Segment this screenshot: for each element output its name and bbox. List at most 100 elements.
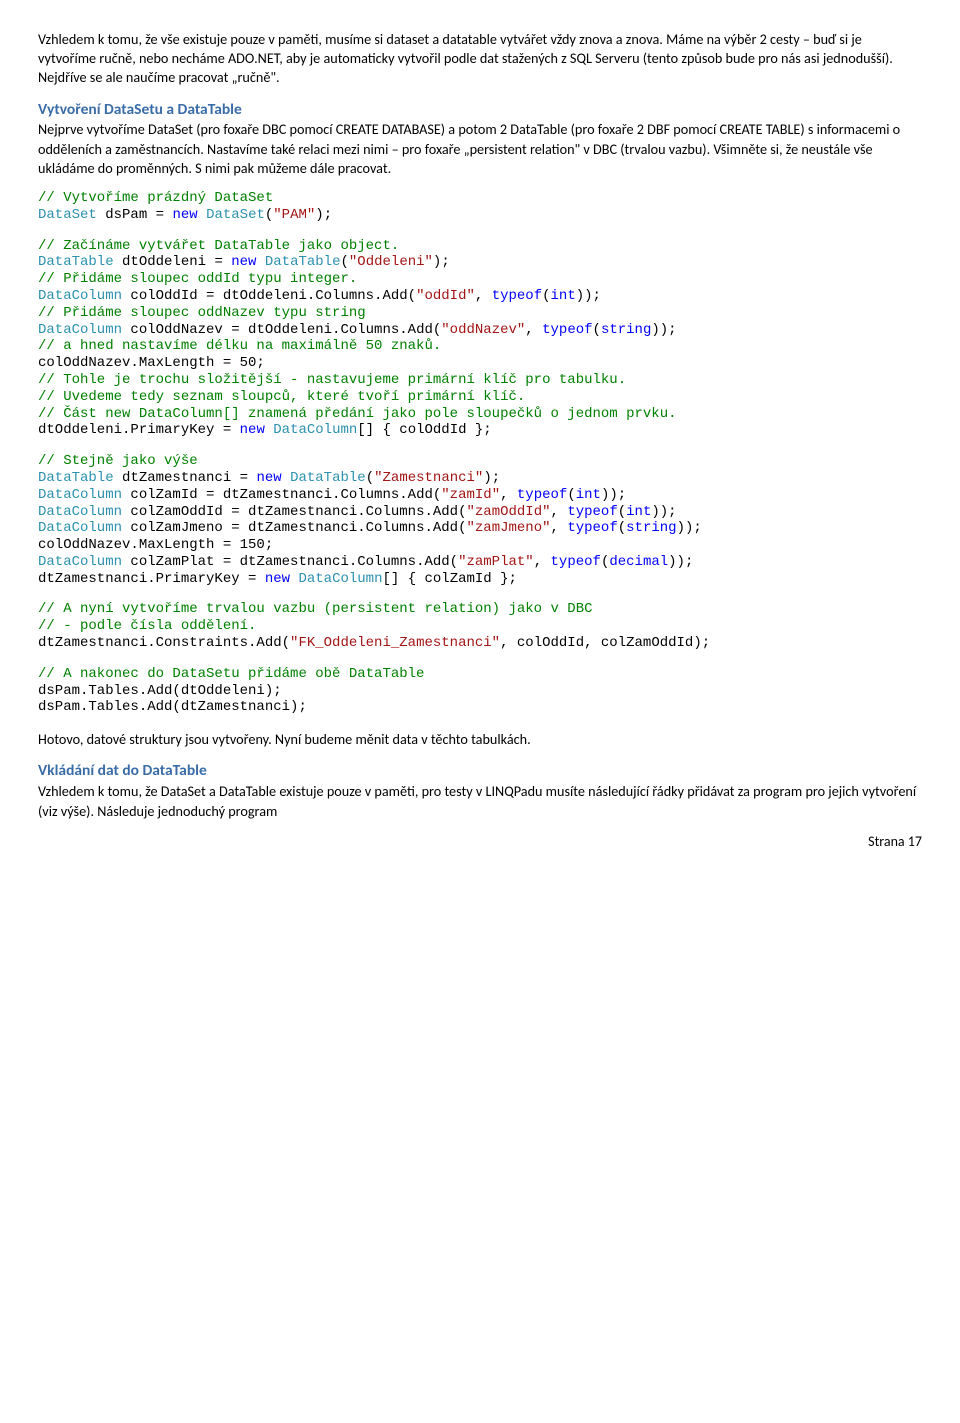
code-keyword: new — [172, 207, 197, 223]
code-text: [] { colZamId }; — [382, 571, 516, 587]
code-comment: // Vytvoříme prázdný DataSet — [38, 190, 273, 206]
code-text: , — [551, 520, 568, 536]
code-text: , — [525, 322, 542, 338]
code-text — [265, 422, 273, 438]
code-keyword: new — [240, 422, 265, 438]
code-comment: // - podle čísla oddělení. — [38, 618, 256, 634]
code-text: )); — [601, 487, 626, 503]
code-keyword: typeof — [542, 322, 592, 338]
code-text: ( — [593, 322, 601, 338]
code-text: ); — [315, 207, 332, 223]
code-comment: // A nyní vytvoříme trvalou vazbu (persi… — [38, 601, 593, 617]
code-text: , colOddId, colZamOddId); — [500, 635, 710, 651]
code-type: DataTable — [38, 254, 114, 270]
code-keyword: typeof — [567, 520, 617, 536]
code-block-5: // A nakonec do DataSetu přidáme obě Dat… — [38, 666, 922, 716]
code-comment: // Přidáme sloupec oddNazev typu string — [38, 305, 366, 321]
code-string: "oddNazev" — [441, 322, 525, 338]
code-type: DataTable — [38, 470, 114, 486]
code-text: colZamId = dtZamestnanci.Columns.Add( — [122, 487, 441, 503]
code-text: colOddNazev.MaxLength = 50; — [38, 355, 265, 371]
page-footer: Strana 17 — [38, 833, 922, 852]
code-text: dtOddeleni.PrimaryKey = — [38, 422, 240, 438]
code-comment: // Přidáme sloupec oddId typu integer. — [38, 271, 357, 287]
code-type: DataColumn — [38, 322, 122, 338]
code-keyword: typeof — [551, 554, 601, 570]
code-string: "Oddeleni" — [349, 254, 433, 270]
heading2-body: Vzhledem k tomu, že DataSet a DataTable … — [38, 782, 922, 820]
code-type: DataTable — [265, 254, 341, 270]
closing-paragraph-1: Hotovo, datové struktury jsou vytvořeny.… — [38, 730, 922, 749]
code-text: ( — [366, 470, 374, 486]
code-keyword: decimal — [609, 554, 668, 570]
code-text — [256, 254, 264, 270]
code-string: "zamOddId" — [466, 504, 550, 520]
code-text: ); — [433, 254, 450, 270]
code-keyword: int — [551, 288, 576, 304]
code-type: DataColumn — [273, 422, 357, 438]
code-text: dtZamestnanci.PrimaryKey = — [38, 571, 265, 587]
code-comment: // Tohle je trochu složitější - nastavuj… — [38, 372, 626, 388]
code-text: )); — [651, 322, 676, 338]
code-text — [198, 207, 206, 223]
code-text: colZamJmeno = dtZamestnanci.Columns.Add( — [122, 520, 466, 536]
code-comment: // a hned nastavíme délku na maximálně 5… — [38, 338, 441, 354]
code-keyword: int — [576, 487, 601, 503]
code-comment: // Stejně jako výše — [38, 453, 198, 469]
code-keyword: new — [231, 254, 256, 270]
code-keyword: typeof — [567, 504, 617, 520]
code-text: colZamPlat = dtZamestnanci.Columns.Add( — [122, 554, 458, 570]
code-text: ( — [542, 288, 550, 304]
code-keyword: typeof — [517, 487, 567, 503]
code-text: dtZamestnanci = — [114, 470, 257, 486]
code-block-2: // Začínáme vytvářet DataTable jako obje… — [38, 238, 922, 440]
code-type: DataTable — [290, 470, 366, 486]
code-text: ( — [567, 487, 575, 503]
code-text: , — [551, 504, 568, 520]
code-block-4: // A nyní vytvoříme trvalou vazbu (persi… — [38, 601, 922, 651]
code-type: DataColumn — [38, 288, 122, 304]
code-keyword: typeof — [492, 288, 542, 304]
code-text: ( — [341, 254, 349, 270]
code-text: ); — [483, 470, 500, 486]
code-type: DataColumn — [38, 487, 122, 503]
code-type: DataSet — [206, 207, 265, 223]
code-text: dtOddeleni = — [114, 254, 232, 270]
code-text: )); — [651, 504, 676, 520]
code-keyword: new — [256, 470, 281, 486]
code-keyword: int — [626, 504, 651, 520]
code-text: colOddNazev.MaxLength = 150; — [38, 537, 273, 553]
code-text: dsPam.Tables.Add(dtOddeleni); — [38, 683, 282, 699]
code-string: "zamId" — [441, 487, 500, 503]
code-type: DataColumn — [38, 504, 122, 520]
code-text: dsPam = — [97, 207, 173, 223]
section-heading-1: Vytvoření DataSetu a DataTable — [38, 100, 922, 121]
code-text: [] { colOddId }; — [357, 422, 491, 438]
code-string: "zamPlat" — [458, 554, 534, 570]
code-text: dsPam.Tables.Add(dtZamestnanci); — [38, 699, 307, 715]
code-text: dtZamestnanci.Constraints.Add( — [38, 635, 290, 651]
code-text: colOddId = dtOddeleni.Columns.Add( — [122, 288, 416, 304]
code-string: "zamJmeno" — [466, 520, 550, 536]
code-text: , — [534, 554, 551, 570]
code-text: ( — [618, 504, 626, 520]
code-comment: // Začínáme vytvářet DataTable jako obje… — [38, 238, 399, 254]
code-text: colOddNazev = dtOddeleni.Columns.Add( — [122, 322, 441, 338]
code-type: DataColumn — [38, 554, 122, 570]
code-keyword: string — [601, 322, 651, 338]
intro-paragraph: Vzhledem k tomu, že vše existuje pouze v… — [38, 30, 922, 88]
code-comment: // Část new DataColumn[] znamená předání… — [38, 406, 677, 422]
code-text: colZamOddId = dtZamestnanci.Columns.Add( — [122, 504, 466, 520]
code-type: DataColumn — [298, 571, 382, 587]
code-comment: // A nakonec do DataSetu přidáme obě Dat… — [38, 666, 424, 682]
code-text: )); — [668, 554, 693, 570]
code-string: "PAM" — [273, 207, 315, 223]
code-text: )); — [677, 520, 702, 536]
code-text: )); — [576, 288, 601, 304]
code-block-3: // Stejně jako výše DataTable dtZamestna… — [38, 453, 922, 587]
code-block-1: // Vytvoříme prázdný DataSet DataSet dsP… — [38, 190, 922, 224]
heading1-body: Nejprve vytvoříme DataSet (pro foxaře DB… — [38, 120, 922, 178]
code-keyword: string — [626, 520, 676, 536]
code-type: DataSet — [38, 207, 97, 223]
code-string: "Zamestnanci" — [374, 470, 483, 486]
